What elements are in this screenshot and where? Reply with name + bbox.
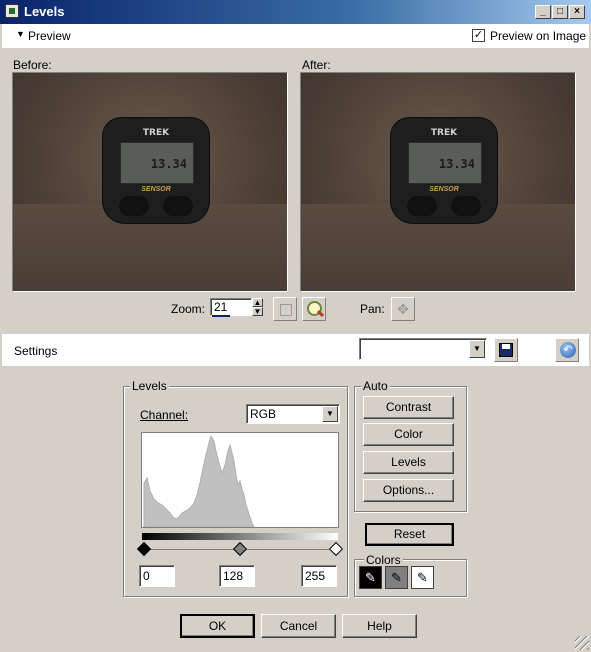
auto-color-button[interactable]: Color bbox=[363, 423, 454, 446]
auto-group-label: Auto bbox=[361, 379, 390, 393]
input-black-field[interactable]: 0 bbox=[139, 565, 175, 587]
histogram bbox=[141, 432, 339, 528]
auto-levels-button[interactable]: Levels bbox=[363, 451, 454, 474]
pan-label: Pan: bbox=[360, 302, 385, 316]
settings-label: Settings bbox=[14, 344, 58, 358]
title-bar: Levels _ □ × bbox=[0, 0, 591, 24]
before-label: Before: bbox=[13, 58, 52, 72]
channel-label: Channel: bbox=[140, 408, 189, 422]
zoom-label: Zoom: bbox=[171, 302, 206, 316]
cycle-computer-image: TREK 13.34 SENSOR bbox=[391, 118, 497, 223]
minimize-button[interactable]: _ bbox=[535, 5, 551, 19]
maximize-button[interactable]: □ bbox=[552, 5, 568, 19]
reset-button[interactable]: Reset bbox=[365, 523, 454, 546]
after-image: TREK 13.34 SENSOR bbox=[301, 73, 575, 291]
window-title: Levels bbox=[24, 4, 65, 19]
preset-dropdown[interactable] bbox=[359, 338, 487, 360]
before-image: TREK 13.34 SENSOR bbox=[13, 73, 287, 291]
preview-on-image-label: Preview on Image bbox=[490, 29, 587, 43]
zoom-down-button[interactable]: ▼ bbox=[252, 307, 263, 316]
gray-eyedropper-icon[interactable]: ✎ bbox=[385, 566, 408, 589]
input-gamma-field[interactable]: 128 bbox=[219, 565, 255, 587]
channel-dropdown-arrow-icon[interactable]: ▼ bbox=[322, 406, 338, 422]
collapse-triangle-icon[interactable]: ▼ bbox=[16, 29, 25, 39]
zoom-progress bbox=[212, 315, 230, 317]
histogram-graph bbox=[143, 434, 255, 527]
after-preview[interactable]: TREK 13.34 SENSOR bbox=[300, 72, 576, 292]
settings-band: Settings ▼ ↶ bbox=[2, 334, 589, 366]
zoom-input[interactable]: 21 bbox=[210, 298, 252, 316]
black-eyedropper-icon[interactable]: ✎ bbox=[359, 566, 382, 589]
revert-arrow-icon: ↶ bbox=[560, 342, 576, 358]
save-preset-button[interactable] bbox=[494, 338, 518, 362]
white-eyedropper-icon[interactable]: ✎ bbox=[411, 566, 434, 589]
preview-on-image-checkbox[interactable]: ✓ bbox=[472, 29, 485, 42]
fit-icon bbox=[280, 304, 292, 316]
preview-toggle-label[interactable]: Preview bbox=[28, 29, 71, 43]
input-gradient-bar bbox=[142, 533, 338, 540]
auto-options-button[interactable]: Options... bbox=[363, 479, 454, 502]
close-button[interactable]: × bbox=[569, 5, 585, 19]
reset-to-default-button[interactable]: ↶ bbox=[555, 338, 579, 362]
preset-dropdown-arrow-icon[interactable]: ▼ bbox=[469, 340, 485, 358]
auto-contrast-button[interactable]: Contrast bbox=[363, 396, 454, 419]
cancel-button[interactable]: Cancel bbox=[261, 614, 336, 638]
resize-grip-icon[interactable] bbox=[575, 636, 589, 650]
preview-header: ▼ Preview ✓ Preview on Image bbox=[2, 24, 589, 48]
levels-group-label: Levels bbox=[130, 379, 169, 393]
zoom-to-fit-button[interactable] bbox=[273, 297, 297, 321]
zoom-up-button[interactable]: ▲ bbox=[252, 298, 263, 307]
before-preview[interactable]: TREK 13.34 SENSOR bbox=[12, 72, 288, 292]
after-label: After: bbox=[302, 58, 331, 72]
cycle-computer-image: TREK 13.34 SENSOR bbox=[103, 118, 209, 223]
ok-button[interactable]: OK bbox=[180, 614, 255, 638]
help-button[interactable]: Help bbox=[342, 614, 417, 638]
app-icon bbox=[5, 4, 19, 18]
pan-move-icon[interactable]: ✥ bbox=[391, 297, 415, 321]
zoom-tool-button[interactable] bbox=[302, 297, 326, 321]
input-white-field[interactable]: 255 bbox=[301, 565, 337, 587]
colors-group-label: Colors bbox=[364, 553, 403, 567]
